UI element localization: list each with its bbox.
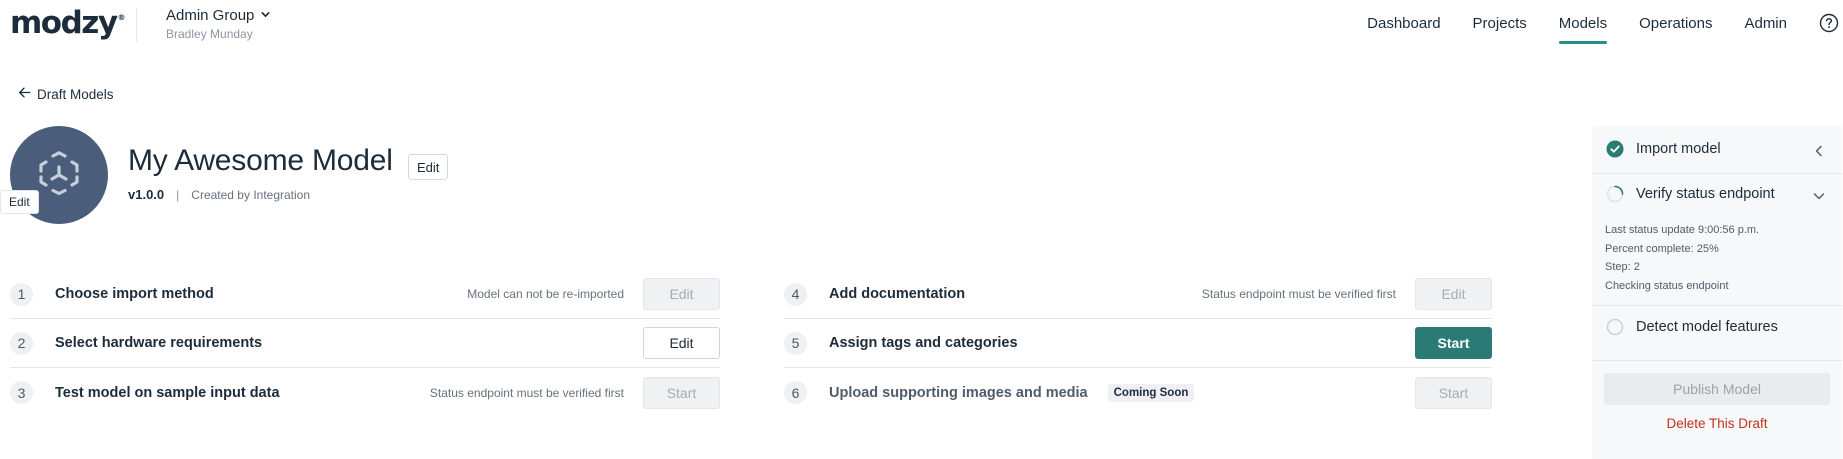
logo-text: modzy xyxy=(10,5,118,41)
panel-item-label: Detect model features xyxy=(1636,319,1778,335)
progress-panel: Import model Verify status endpoint Last… xyxy=(1592,126,1842,459)
main-nav: Dashboard Projects Models Operations Adm… xyxy=(1335,0,1843,46)
step-3-start-button[interactable]: Start xyxy=(643,376,720,409)
chevron-down-icon xyxy=(260,7,271,24)
step-label: Add documentation xyxy=(829,286,966,302)
panel-item-label: Verify status endpoint xyxy=(1636,186,1775,202)
progress-spinner-icon xyxy=(1606,185,1624,203)
avatar-edit-button[interactable]: Edit xyxy=(0,190,39,214)
status-message: Checking status endpoint xyxy=(1605,279,1729,292)
status-details: Last status update 9:00:56 p.m. Percent … xyxy=(1605,221,1759,295)
steps-column-left: 1 Choose import method Model can not be … xyxy=(10,270,720,417)
step-2-edit-button[interactable]: Edit xyxy=(643,327,720,359)
empty-circle-icon xyxy=(1606,318,1624,336)
back-to-draft-models-link[interactable]: Draft Models xyxy=(18,86,114,102)
step-5-start-button[interactable]: Start xyxy=(1415,327,1492,359)
step-label: Upload supporting images and media xyxy=(829,384,1088,401)
step-note: Model can not be re-imported xyxy=(467,287,624,301)
step-row: 2 Select hardware requirements Edit xyxy=(10,319,720,368)
delete-draft-link[interactable]: Delete This Draft xyxy=(1592,416,1842,431)
question-circle-icon[interactable] xyxy=(1819,13,1839,33)
step-note: Status endpoint must be verified first xyxy=(1201,287,1396,301)
arrow-left-icon xyxy=(18,86,31,102)
step-label: Choose import method xyxy=(55,286,214,302)
step-row: 3 Test model on sample input data Status… xyxy=(10,368,720,417)
status-step: Step: 2 xyxy=(1605,261,1640,273)
step-number: 1 xyxy=(10,282,33,306)
model-created-by: Created by Integration xyxy=(191,187,311,202)
panel-item-import-model[interactable]: Import model xyxy=(1606,140,1721,158)
step-note: Status endpoint must be verified first xyxy=(429,385,624,400)
title-edit-button[interactable]: Edit xyxy=(408,154,449,180)
model-version: v1.0.0 xyxy=(128,187,165,202)
header-divider xyxy=(136,8,137,42)
steps-column-right: 4 Add documentation Status endpoint must… xyxy=(784,270,1492,417)
model-meta: v1.0.0 | Created by Integration xyxy=(128,187,310,202)
step-row: 5 Assign tags and categories Start xyxy=(784,319,1492,368)
nav-models[interactable]: Models xyxy=(1558,0,1608,46)
group-user-name: Bradley Munday xyxy=(166,27,253,41)
publish-model-button[interactable]: Publish Model xyxy=(1604,373,1830,405)
chevron-down-icon[interactable] xyxy=(1812,189,1826,203)
panel-divider xyxy=(1592,360,1842,361)
step-1-edit-button[interactable]: Edit xyxy=(643,278,720,310)
panel-divider xyxy=(1592,305,1842,306)
nav-projects[interactable]: Projects xyxy=(1473,0,1527,46)
model-title: My Awesome Model xyxy=(128,144,393,177)
step-label: Test model on sample input data xyxy=(55,384,280,401)
panel-item-label: Import model xyxy=(1636,141,1721,157)
step-number: 5 xyxy=(784,331,807,355)
group-switcher[interactable]: Admin Group Bradley Munday xyxy=(166,7,271,41)
step-row: 6 Upload supporting images and media Com… xyxy=(784,368,1492,417)
step-row: 1 Choose import method Model can not be … xyxy=(10,270,720,319)
step-number: 2 xyxy=(10,331,33,355)
nav-admin[interactable]: Admin xyxy=(1744,0,1787,46)
breadcrumb-label: Draft Models xyxy=(37,86,114,102)
step-row: 4 Add documentation Status endpoint must… xyxy=(784,270,1492,319)
modzy-logo[interactable]: modzy ® xyxy=(10,3,126,43)
step-6-start-button[interactable]: Start xyxy=(1415,376,1492,409)
coming-soon-badge: Coming Soon xyxy=(1107,383,1195,402)
model-cube-icon xyxy=(39,150,79,200)
step-4-edit-button[interactable]: Edit xyxy=(1415,278,1492,310)
collapse-panel-chevron-left-icon[interactable] xyxy=(1812,144,1826,158)
top-nav-bar: modzy ® Admin Group Bradley Munday Dashbo… xyxy=(0,0,1843,50)
check-circle-icon xyxy=(1606,140,1624,158)
step-number: 3 xyxy=(10,381,33,404)
step-number: 6 xyxy=(784,381,807,404)
panel-item-detect-model-features[interactable]: Detect model features xyxy=(1606,318,1778,336)
nav-dashboard[interactable]: Dashboard xyxy=(1367,0,1440,46)
panel-divider xyxy=(1592,173,1842,174)
meta-separator: | xyxy=(176,187,180,202)
step-number: 4 xyxy=(784,282,807,306)
status-last-update: Last status update 9:00:56 p.m. xyxy=(1605,224,1760,236)
logo-registered-mark: ® xyxy=(117,12,126,22)
step-label: Assign tags and categories xyxy=(829,335,1018,351)
step-label: Select hardware requirements xyxy=(55,335,263,351)
panel-item-verify-status-endpoint[interactable]: Verify status endpoint xyxy=(1606,185,1775,203)
status-percent-complete: Percent complete: 25% xyxy=(1605,242,1719,255)
group-name: Admin Group xyxy=(166,7,255,24)
nav-operations[interactable]: Operations xyxy=(1639,0,1712,46)
